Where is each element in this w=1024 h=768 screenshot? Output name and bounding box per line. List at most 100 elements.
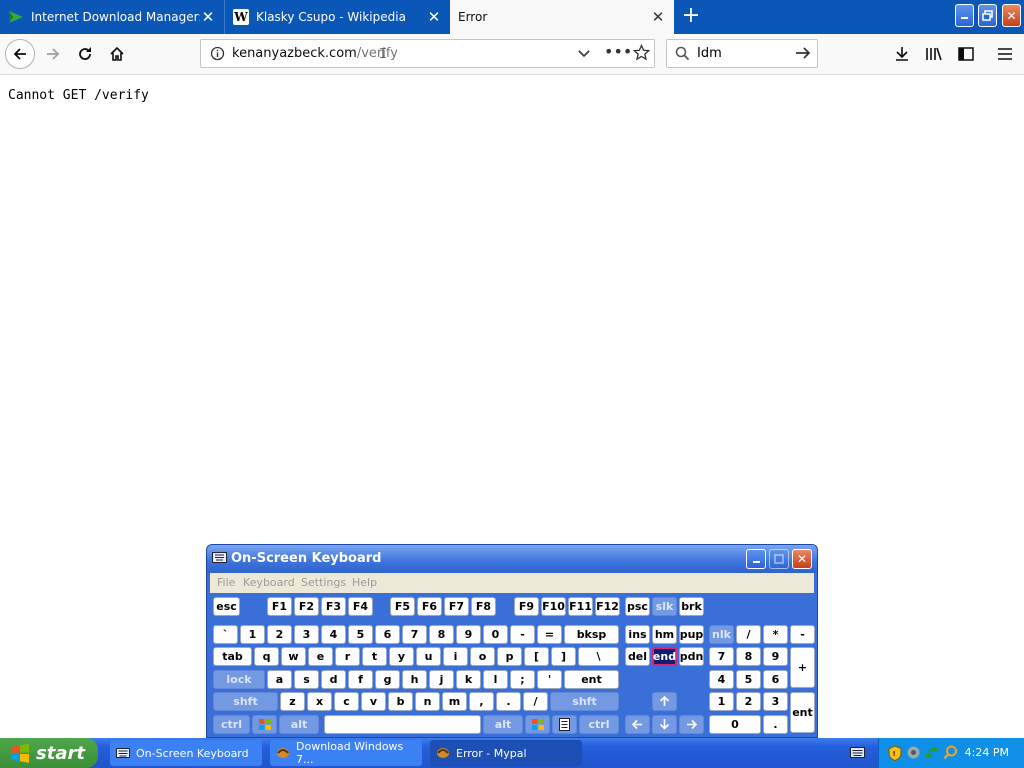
key-left-windows[interactable] (252, 715, 277, 734)
key-minus[interactable]: - (510, 625, 535, 644)
new-tab-button[interactable]: + (680, 4, 702, 28)
key-i[interactable]: i (443, 647, 468, 666)
menu-file[interactable]: File (217, 576, 235, 589)
chevron-down-icon[interactable] (577, 46, 591, 63)
key-g[interactable]: g (375, 670, 400, 689)
taskbar-item-download[interactable]: Download Windows 7... (270, 740, 422, 766)
menu-keyboard[interactable]: Keyboard (243, 576, 295, 589)
key-num-5[interactable]: 5 (736, 670, 761, 689)
key-4[interactable]: 4 (321, 625, 346, 644)
key-left-alt[interactable]: alt (279, 715, 319, 734)
key-num-plus[interactable]: + (790, 647, 815, 688)
key-num-0[interactable]: 0 (709, 715, 761, 734)
info-icon[interactable] (210, 46, 225, 64)
reload-button[interactable] (70, 39, 100, 69)
key-left-arrow[interactable] (625, 715, 650, 734)
language-bar-icon[interactable] (850, 746, 865, 762)
key-b[interactable]: b (388, 692, 413, 711)
key-right-alt[interactable]: alt (483, 715, 523, 734)
key-num-7[interactable]: 7 (709, 647, 734, 666)
key-left-bracket[interactable]: [ (524, 647, 549, 666)
key-backslash[interactable]: \ (578, 647, 619, 666)
key-2[interactable]: 2 (267, 625, 292, 644)
key-num-6[interactable]: 6 (763, 670, 788, 689)
menu-help[interactable]: Help (352, 576, 377, 589)
key-capslock[interactable]: lock (213, 670, 265, 689)
back-button[interactable] (5, 39, 35, 69)
key-num-1[interactable]: 1 (709, 692, 734, 711)
start-button[interactable]: start (0, 738, 98, 768)
key-num-enter[interactable]: ent (790, 692, 815, 733)
key-backspace[interactable]: bksp (564, 625, 619, 644)
key-comma[interactable]: , (469, 692, 494, 711)
key-s[interactable]: s (294, 670, 319, 689)
key-n[interactable]: n (415, 692, 440, 711)
taskbar-item-osk[interactable]: On-Screen Keyboard (110, 740, 262, 766)
key-num-4[interactable]: 4 (709, 670, 734, 689)
shield-icon[interactable]: ! (888, 745, 902, 764)
close-tab-icon[interactable]: ✕ (426, 8, 442, 26)
key-equals[interactable]: = (537, 625, 562, 644)
key-pageup[interactable]: pup (679, 625, 704, 644)
key-end[interactable]: end (652, 647, 677, 666)
key-f5[interactable]: F5 (390, 597, 415, 616)
key-r[interactable]: r (335, 647, 360, 666)
key-f8[interactable]: F8 (471, 597, 496, 616)
key-right-windows[interactable] (525, 715, 550, 734)
key-right-bracket[interactable]: ] (551, 647, 576, 666)
key-right-arrow[interactable] (679, 715, 704, 734)
forward-button[interactable] (38, 39, 68, 69)
key-y[interactable]: y (389, 647, 414, 666)
bookmark-star-icon[interactable] (632, 43, 651, 64)
osk-close-button[interactable]: ✕ (792, 549, 812, 569)
key-e[interactable]: e (308, 647, 333, 666)
key-t[interactable]: t (362, 647, 387, 666)
search-input[interactable]: Idm (697, 46, 722, 61)
key-quote[interactable]: ' (537, 670, 562, 689)
minimize-button[interactable] (955, 4, 974, 27)
key-1[interactable]: 1 (240, 625, 265, 644)
key-v[interactable]: v (361, 692, 386, 711)
key-right-ctrl[interactable]: ctrl (579, 715, 619, 734)
menu-button[interactable] (990, 39, 1020, 69)
key-num-3[interactable]: 3 (763, 692, 788, 711)
close-tab-icon[interactable]: ✕ (650, 8, 666, 26)
key-ins[interactable]: ins (625, 625, 650, 644)
key-c[interactable]: c (334, 692, 359, 711)
page-actions-icon[interactable]: ••• (604, 42, 632, 61)
tab-wikipedia[interactable]: W Klasky Csupo - Wikipedia ✕ (225, 0, 450, 34)
key-num-8[interactable]: 8 (736, 647, 761, 666)
key-f7[interactable]: F7 (444, 597, 469, 616)
home-button[interactable] (102, 39, 132, 69)
key-slash[interactable]: / (523, 692, 548, 711)
key-3[interactable]: 3 (294, 625, 319, 644)
key-slk[interactable]: slk (652, 597, 677, 616)
key-up-arrow[interactable] (652, 692, 677, 711)
key-a[interactable]: a (267, 670, 292, 689)
key-9[interactable]: 9 (456, 625, 481, 644)
key-period[interactable]: . (496, 692, 521, 711)
key-f2[interactable]: F2 (294, 597, 319, 616)
menu-settings[interactable]: Settings (301, 576, 346, 589)
key-f11[interactable]: F11 (568, 597, 593, 616)
close-window-button[interactable]: ✕ (1002, 4, 1021, 27)
key-o[interactable]: o (470, 647, 495, 666)
key-down-arrow[interactable] (652, 715, 677, 734)
downloads-button[interactable] (887, 39, 917, 69)
key-tab[interactable]: tab (213, 647, 252, 666)
key-space[interactable] (324, 715, 481, 734)
key-z[interactable]: z (280, 692, 305, 711)
key-l[interactable]: l (483, 670, 508, 689)
key-num-dot[interactable]: . (763, 715, 788, 734)
key-f6[interactable]: F6 (417, 597, 442, 616)
key-numlock[interactable]: nlk (709, 625, 734, 644)
key-d[interactable]: d (321, 670, 346, 689)
address-bar[interactable]: kenanyazbeck.com/verify 𝙸 ••• (200, 39, 655, 68)
sidebar-button[interactable] (951, 39, 981, 69)
key-f9[interactable]: F9 (514, 597, 539, 616)
key-f12[interactable]: F12 (595, 597, 620, 616)
key-f3[interactable]: F3 (321, 597, 346, 616)
key-num-minus[interactable]: - (790, 625, 815, 644)
key-f[interactable]: f (348, 670, 373, 689)
key-5[interactable]: 5 (348, 625, 373, 644)
